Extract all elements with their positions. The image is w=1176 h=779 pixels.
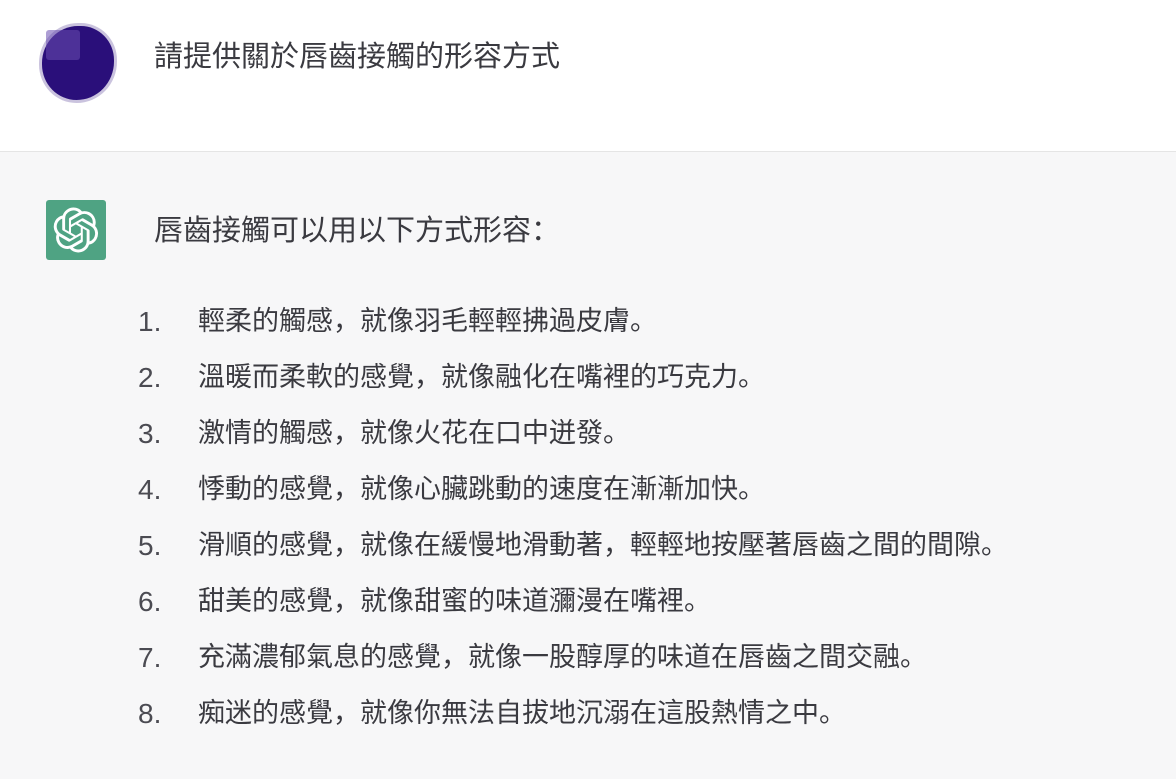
list-item-number: 6. bbox=[138, 586, 162, 617]
list-item-text: 甜美的感覺，就像甜蜜的味道瀰漫在嘴裡。 bbox=[198, 586, 711, 617]
list-item-text: 痴迷的感覺，就像你無法自拔地沉溺在這股熱情之中。 bbox=[198, 698, 846, 729]
assistant-message-row: 唇齒接觸可以用以下方式形容： 1. 輕柔的觸感，就像羽毛輕輕拂過皮膚。 2. 溫… bbox=[0, 152, 1176, 779]
user-avatar bbox=[42, 26, 114, 100]
list-item-number: 7. bbox=[138, 642, 162, 673]
list-item-text: 輕柔的觸感，就像羽毛輕輕拂過皮膚。 bbox=[198, 306, 657, 337]
list-item-number: 8. bbox=[138, 698, 162, 729]
openai-logo-icon bbox=[53, 207, 99, 253]
list-item-text: 激情的觸感，就像火花在口中迸發。 bbox=[198, 418, 630, 449]
list-item-number: 3. bbox=[138, 418, 162, 449]
list-item-number: 5. bbox=[138, 530, 162, 561]
list-item-text: 充滿濃郁氣息的感覺，就像一股醇厚的味道在唇齒之間交融。 bbox=[198, 642, 927, 673]
assistant-intro-text: 唇齒接觸可以用以下方式形容： bbox=[154, 213, 561, 247]
list-item-text: 悸動的感覺，就像心臟跳動的速度在漸漸加快。 bbox=[198, 474, 765, 505]
list-item-text: 滑順的感覺，就像在緩慢地滑動著，輕輕地按壓著唇齒之間的間隙。 bbox=[198, 530, 1008, 561]
list-item-text: 溫暖而柔軟的感覺，就像融化在嘴裡的巧克力。 bbox=[198, 362, 765, 393]
list-item-number: 4. bbox=[138, 474, 162, 505]
list-item-number: 2. bbox=[138, 362, 162, 393]
assistant-avatar bbox=[46, 200, 106, 260]
user-message-text: 請提供關於唇齒接觸的形容方式 bbox=[154, 39, 561, 73]
list-item-number: 1. bbox=[138, 306, 162, 337]
user-message-row: 請提供關於唇齒接觸的形容方式 bbox=[0, 0, 1176, 152]
